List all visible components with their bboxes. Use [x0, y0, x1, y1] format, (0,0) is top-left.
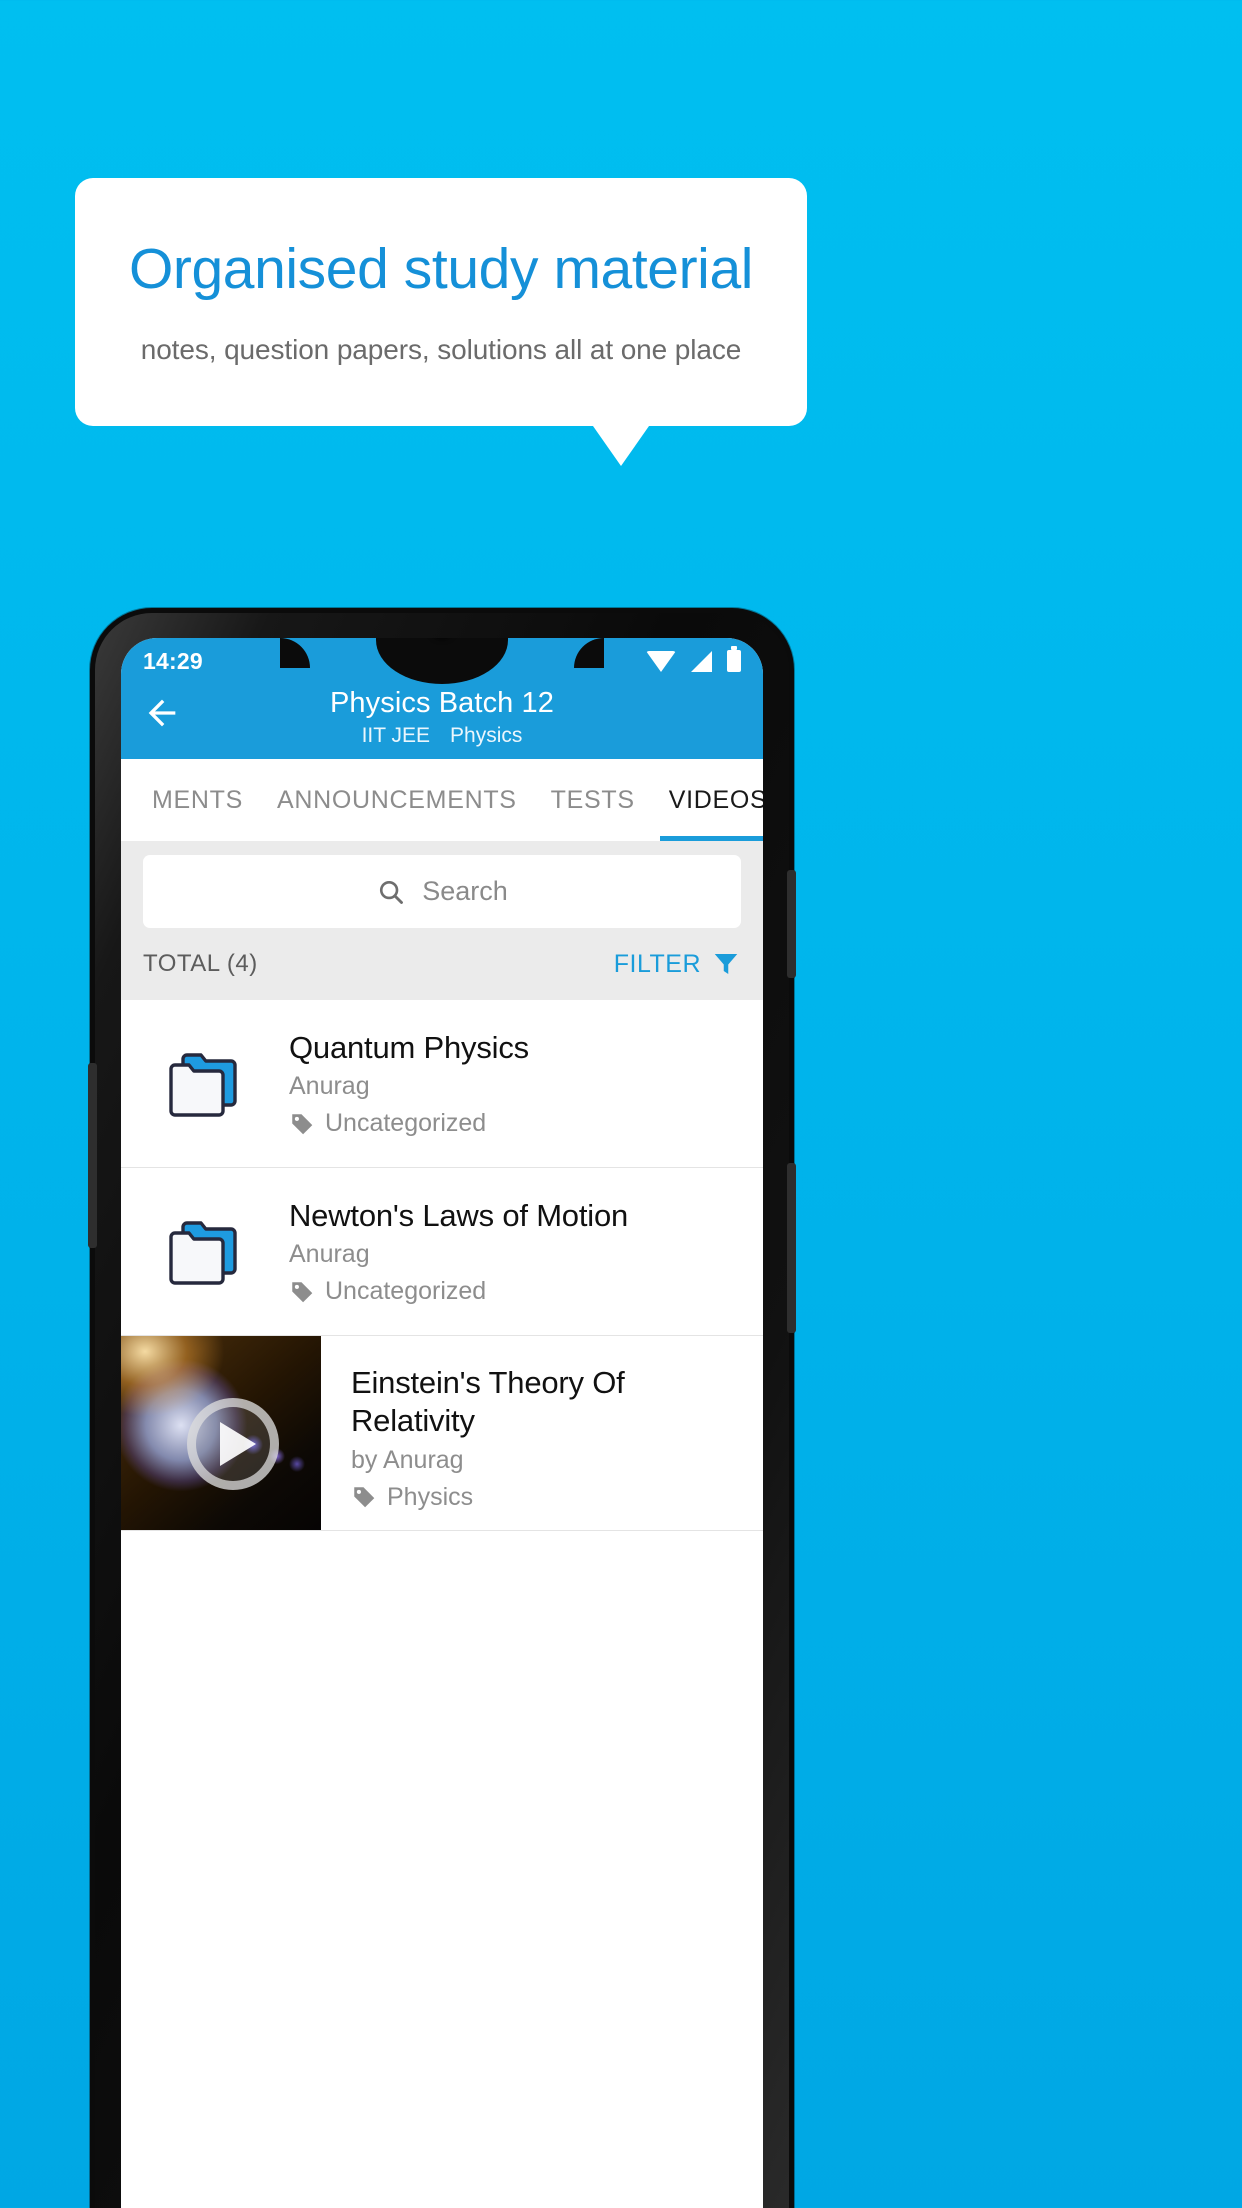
tab-videos[interactable]: VIDEOS	[652, 759, 763, 841]
filter-label: FILTER	[613, 949, 701, 978]
list-item-author: Anurag	[289, 1240, 370, 1269]
status-time: 14:29	[143, 647, 203, 674]
tab-bar: MENTS ANNOUNCEMENTS TESTS VIDEOS	[121, 759, 763, 841]
promo-subline: notes, question papers, solutions all at…	[140, 333, 742, 365]
list-item-tag-label: Uncategorized	[325, 1277, 487, 1306]
play-triangle	[219, 1421, 256, 1466]
list-item-text: Einstein's Theory Of Relativity by Anura…	[321, 1336, 763, 1530]
list-item[interactable]: Einstein's Theory Of Relativity by Anura…	[121, 1336, 763, 1531]
list-header: TOTAL (4) FILTER	[121, 928, 763, 1000]
promo-bubble: Organised study material notes, question…	[75, 178, 807, 426]
list-item-title: Quantum Physics	[289, 1029, 529, 1065]
video-list: Quantum Physics Anurag Uncategorized New…	[121, 1000, 763, 1531]
tab-assignments[interactable]: MENTS	[135, 759, 260, 841]
phone-mockup: 14:29 Physics Batch 12 IIT JEE Physics M…	[88, 608, 796, 2208]
list-item-tag-label: Physics	[387, 1482, 474, 1511]
filter-funnel-icon	[714, 954, 738, 974]
list-item-tag: Physics	[351, 1483, 745, 1512]
tab-announcements[interactable]: ANNOUNCEMENTS	[260, 759, 534, 841]
list-item-author: by Anurag	[351, 1445, 464, 1474]
play-icon[interactable]	[187, 1397, 279, 1490]
list-item[interactable]: Newton's Laws of Motion Anurag Uncategor…	[121, 1168, 763, 1336]
cell-signal-icon	[691, 650, 712, 672]
app-bar: Physics Batch 12 IIT JEE Physics	[121, 684, 763, 759]
search-icon	[380, 880, 404, 904]
list-item-author: Anurag	[289, 1072, 370, 1101]
phone-screen: 14:29 Physics Batch 12 IIT JEE Physics M…	[121, 638, 763, 2208]
list-item-tag-label: Uncategorized	[325, 1109, 487, 1138]
search-input[interactable]: Search	[143, 855, 741, 928]
search-zone: Search	[121, 841, 763, 928]
status-icons	[646, 646, 741, 672]
list-item-tag: Uncategorized	[289, 1109, 529, 1138]
subtitle-exam: IIT JEE	[361, 724, 431, 748]
app-bar-titles: Physics Batch 12 IIT JEE Physics	[330, 684, 554, 750]
total-count-label: TOTAL (4)	[143, 950, 258, 977]
list-item-text: Newton's Laws of Motion Anurag Uncategor…	[289, 1197, 646, 1307]
list-item-title: Einstein's Theory Of Relativity	[351, 1365, 625, 1438]
search-placeholder: Search	[422, 876, 508, 906]
subtitle-subject: Physics	[450, 724, 523, 748]
tag-icon	[354, 1487, 375, 1508]
tag-icon	[292, 1282, 313, 1303]
filter-button[interactable]: FILTER	[614, 948, 741, 980]
volume-button[interactable]	[88, 1063, 97, 1248]
power-button[interactable]	[787, 870, 796, 978]
assistant-button[interactable]	[787, 1163, 796, 1333]
tag-icon	[292, 1114, 313, 1135]
promo-bubble-tail	[593, 426, 649, 466]
folder-icon	[121, 1217, 289, 1287]
folder-icon	[121, 1049, 289, 1119]
list-item-text: Quantum Physics Anurag Uncategorized	[289, 1029, 547, 1139]
wifi-icon	[646, 650, 676, 672]
battery-icon	[727, 646, 741, 672]
promo-headline: Organised study material	[128, 237, 754, 302]
video-thumbnail[interactable]	[121, 1336, 321, 1530]
back-arrow-icon[interactable]	[141, 692, 183, 734]
status-bar: 14:29	[121, 638, 763, 684]
page-title: Physics Batch 12	[329, 687, 555, 719]
list-item-title: Newton's Laws of Motion	[289, 1197, 629, 1233]
list-item[interactable]: Quantum Physics Anurag Uncategorized	[121, 1000, 763, 1168]
app-bar-subtitle: IIT JEE Physics	[330, 722, 554, 749]
list-item-tag: Uncategorized	[289, 1277, 628, 1306]
tab-tests[interactable]: TESTS	[534, 759, 652, 841]
